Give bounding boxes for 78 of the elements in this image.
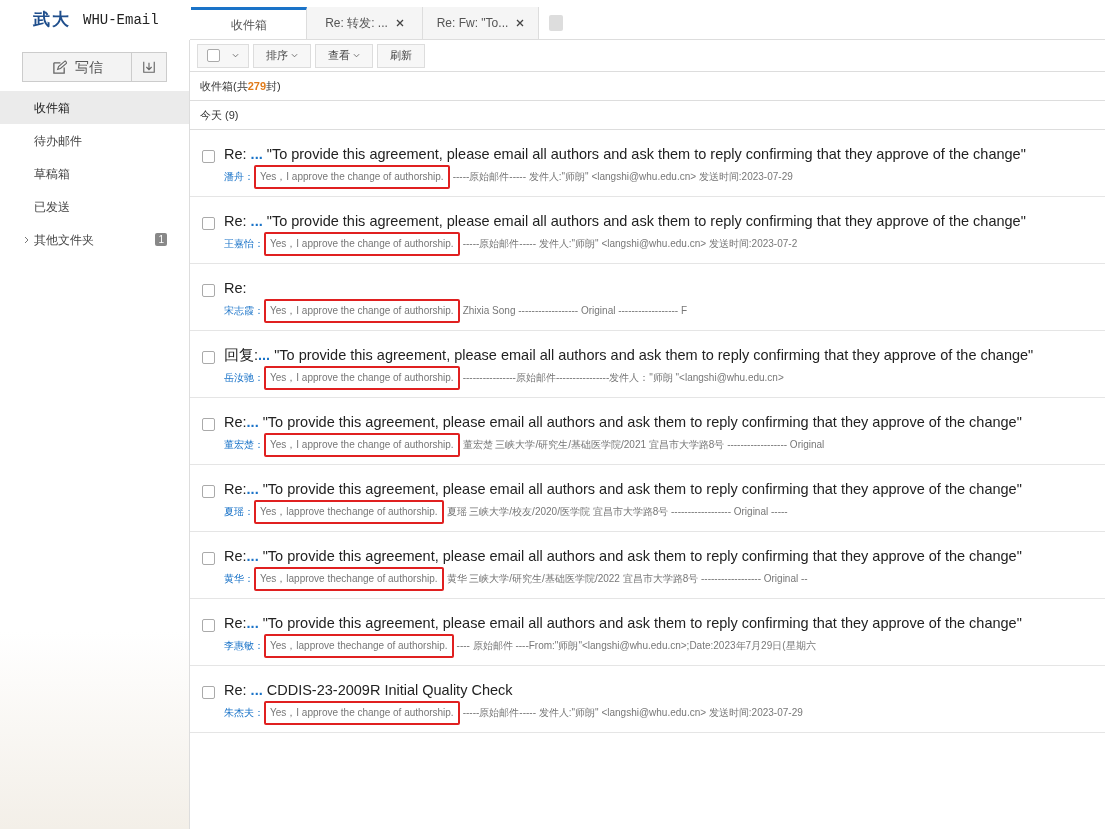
folder-item[interactable]: 待办邮件 [0, 124, 189, 157]
group-heading: 今天 (9) [200, 107, 239, 123]
folder-item[interactable]: 草稿箱 [0, 157, 189, 190]
message-preview: -----原始邮件----- 发件人:"师朗" <langshi@whu.edu.cn> 发送时间:2023-07-29 [452, 170, 793, 184]
message-preview: Zhixia Song ------------------ Original ------------------ F [462, 304, 688, 318]
checkbox[interactable] [202, 217, 215, 230]
sender-name: 岳汝驰： [224, 371, 264, 385]
message-row[interactable]: Re: 宋志霞： Yes，I approve the change of authorship. Zhixia Song ------------------ Original ------------------ F [190, 264, 1105, 331]
folder-label: 待办邮件 [34, 132, 83, 150]
message-row[interactable]: Re: ... CDDIS-23-2009R Initial Quality Check 朱杰夫： Yes，I approve the change of authorship. -----原始邮件----- 发件人:"师朗" <langshi@whu.edu.cn> 发送时间:2023-07-29 [190, 666, 1105, 733]
tab[interactable]: Re: 转发: ... [307, 7, 423, 39]
checkbox[interactable] [202, 418, 215, 431]
folder-item[interactable]: 其他文件夹 1 [0, 223, 189, 256]
sender-name: 夏瑶： [224, 505, 254, 519]
close-icon[interactable] [516, 19, 525, 27]
message-subject: Re:... "To provide this agreement, please email all authors and ask them to reply confirming that they approve of the change" [224, 481, 1022, 497]
select-all-button[interactable] [197, 43, 249, 68]
sender-name: 王嘉怡： [224, 237, 264, 251]
tab[interactable]: 收件箱 [191, 7, 307, 39]
message-preview: ---- 原始邮件 ----From:"师朗"<langshi@whu.edu.cn>;Date:2023年7月29日(星期六 [456, 639, 816, 653]
toolbar-button[interactable]: 查看 [315, 43, 373, 68]
message-preview-highlight: Yes，I approve the change of authorship. [254, 165, 450, 189]
caret-icon [232, 53, 239, 58]
toolbar-button[interactable]: 排序 [253, 43, 311, 68]
sender-name: 宋志霞： [224, 304, 264, 318]
sender-name: 李惠敏： [224, 639, 264, 653]
message-preview-highlight: Yes，I approve the change of authorship. [264, 701, 460, 725]
folder-summary: 收件箱(共279封) [200, 78, 281, 94]
message-preview: 董宏楚 三峡大学/研究生/基础医学院/2021 宜昌市大学路8号 ------------------ Original [462, 438, 825, 452]
message-subject: 回复:... "To provide this agreement, please email all authors and ask them to reply confirming that they approve of the change" [224, 347, 1034, 363]
checkbox[interactable] [202, 351, 215, 364]
download-icon [142, 60, 156, 74]
checkbox[interactable] [202, 619, 215, 632]
folder-label: 已发送 [34, 198, 71, 216]
folder-item[interactable]: 已发送 [0, 190, 189, 223]
message-subject: Re: [224, 280, 247, 296]
sender-name: 朱杰夫： [224, 706, 264, 720]
tab-label: 收件箱 [230, 16, 267, 34]
message-preview: -----原始邮件----- 发件人:"师朗" <langshi@whu.edu.cn> 发送时间:2023-07-29 [462, 706, 803, 720]
message-subject: Re: ... "To provide this agreement, please email all authors and ask them to reply confirming that they approve of the change" [224, 213, 1026, 229]
checkbox[interactable] [202, 485, 215, 498]
message-preview-highlight: Yes，lapprove thechange of authorship. [264, 634, 454, 658]
folder-item[interactable]: 收件箱 [0, 91, 189, 124]
message-subject: Re:... "To provide this agreement, please email all authors and ask them to reply confirming that they approve of the change" [224, 548, 1022, 564]
message-preview: 黄华 三峡大学/研究生/基础医学院/2022 宜昌市大学路8号 ------------------ Original -- [446, 572, 808, 586]
tab[interactable]: Re: Fw: "To... [423, 7, 539, 39]
message-preview-highlight: Yes，I approve the change of authorship. [264, 299, 460, 323]
edit-icon [51, 59, 67, 75]
sender-name: 潘舟： [224, 170, 254, 184]
logo-mark: 武大 [33, 9, 71, 32]
message-subject: Re: ... "To provide this agreement, please email all authors and ask them to reply confirming that they approve of the change" [224, 146, 1026, 162]
checkbox[interactable] [202, 150, 215, 163]
message-preview-highlight: Yes，I approve the change of authorship. [264, 366, 460, 390]
folder-label: 草稿箱 [34, 165, 71, 183]
message-preview-highlight: Yes，lapprove thechange of authorship. [254, 500, 444, 524]
tab-label: Re: 转发: ... [325, 15, 388, 32]
toolbar-button[interactable]: 刷新 [377, 43, 425, 68]
sender-name: 黄华： [224, 572, 254, 586]
checkbox[interactable] [202, 284, 215, 297]
message-subject: Re:... "To provide this agreement, please email all authors and ask them to reply confirming that they approve of the change" [224, 615, 1022, 631]
checkbox[interactable] [207, 49, 220, 62]
folder-label: 其他文件夹 [34, 231, 95, 249]
message-preview: -----原始邮件----- 发件人:"师朗" <langshi@whu.edu.cn> 发送时间:2023-07-2 [462, 237, 798, 251]
message-subject: Re: ... CDDIS-23-2009R Initial Quality Check [224, 682, 513, 698]
folder-label: 收件箱 [34, 99, 71, 117]
logo-text: WHU-Email [83, 10, 159, 30]
count-badge: 1 [155, 233, 167, 246]
close-icon[interactable] [395, 19, 404, 27]
tab-label: Re: Fw: "To... [436, 15, 509, 32]
message-preview: ----------------原始邮件----------------发件人："师朗 "<langshi@whu.edu.cn> [462, 371, 784, 385]
sender-name: 董宏楚： [224, 438, 264, 452]
checkbox[interactable] [202, 686, 215, 699]
message-preview: 夏瑶 三峡大学/校友/2020/医学院 宜昌市大学路8号 ------------------ Original ----- [446, 505, 788, 519]
message-subject: Re:... "To provide this agreement, please email all authors and ask them to reply confirming that they approve of the change" [224, 414, 1022, 430]
checkbox[interactable] [202, 552, 215, 565]
message-preview-highlight: Yes，lapprove thechange of authorship. [254, 567, 444, 591]
message-preview-highlight: Yes，I approve the change of authorship. [264, 433, 460, 457]
message-preview-highlight: Yes，I approve the change of authorship. [264, 232, 460, 256]
